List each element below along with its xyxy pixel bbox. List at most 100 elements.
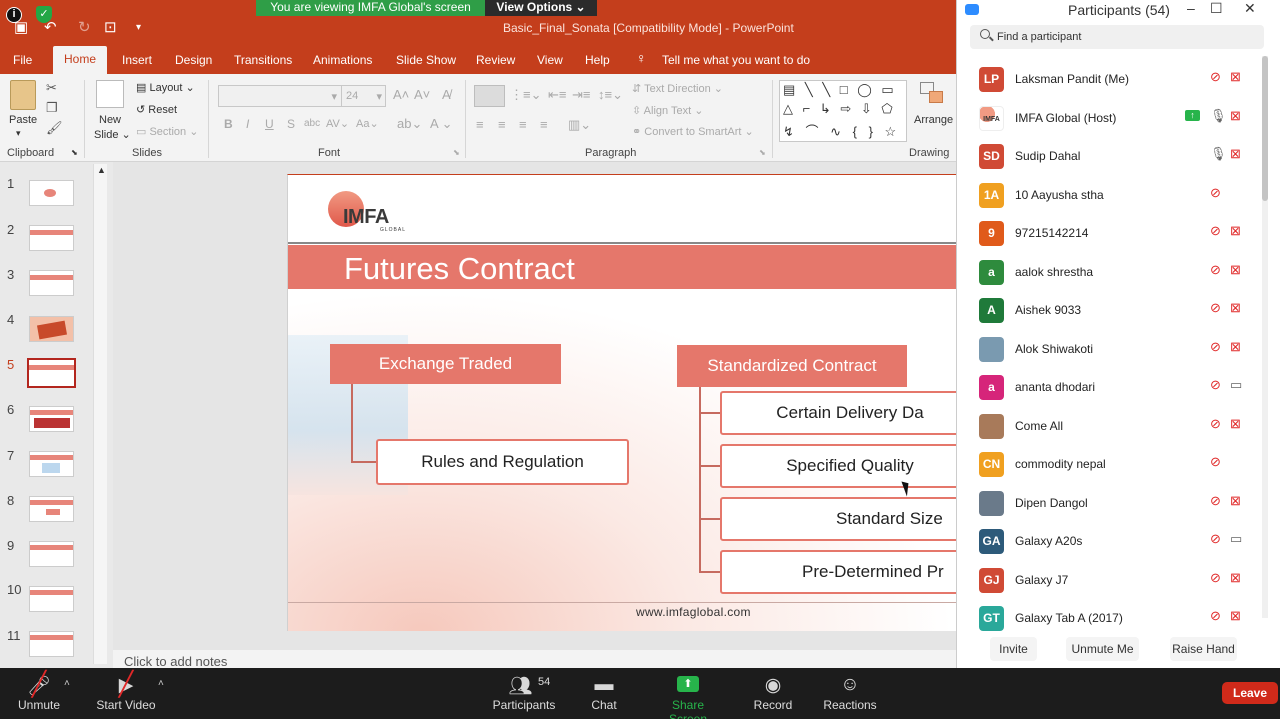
tab-design[interactable]: Design: [175, 53, 212, 67]
convert-smartart-button[interactable]: ⚭ Convert to SmartArt ⌄: [632, 125, 754, 138]
share-screen-button[interactable]: ⬆ Share Screen: [652, 668, 724, 719]
line-spacing-icon[interactable]: ↕≡⌄: [598, 87, 623, 103]
align-center-icon[interactable]: ≡: [498, 117, 506, 132]
exchange-traded-box[interactable]: Exchange Traded: [330, 344, 561, 384]
participant-row[interactable]: a aalok shrestha ⊘ ⊠: [957, 259, 1257, 302]
slide-thumbnail[interactable]: [29, 225, 74, 251]
shapes-gallery[interactable]: ▤ ╲ ╲ □ ◯ ▭ △ ⌐ ↳ ⇨ ⇩ ⬠ ↯ ⌒ ∿ { } ☆: [779, 80, 907, 142]
font-family-select[interactable]: ▾: [218, 85, 342, 107]
participant-row[interactable]: Alok Shiwakoti ⊘ ⊠: [957, 336, 1257, 379]
italic-icon[interactable]: I: [246, 117, 249, 131]
slide-thumbnail[interactable]: [29, 406, 74, 432]
notes-pane[interactable]: Click to add notes: [113, 650, 956, 669]
paste-button[interactable]: Paste: [9, 114, 37, 126]
rules-regulation-box[interactable]: Rules and Regulation: [376, 439, 629, 485]
reactions-button[interactable]: ☺ Reactions: [822, 668, 878, 719]
align-text-button[interactable]: ⇳ Align Text ⌄: [632, 104, 703, 117]
slide-thumbnail-selected[interactable]: [27, 358, 76, 388]
chat-button[interactable]: ▬ Chat: [584, 668, 624, 719]
decrease-indent-icon[interactable]: ⇤≡: [548, 87, 566, 103]
standardized-contract-box[interactable]: Standardized Contract: [677, 345, 907, 387]
increase-font-icon[interactable]: A˄: [393, 87, 409, 102]
tab-help[interactable]: Help: [585, 53, 610, 67]
align-left-icon[interactable]: ≡: [476, 117, 484, 132]
close-icon[interactable]: ✕: [1244, 0, 1256, 17]
align-right-icon[interactable]: ≡: [519, 117, 527, 132]
participant-row[interactable]: Come All ⊘ ⊠: [957, 413, 1257, 456]
standard-size-box[interactable]: Standard Size: [720, 497, 956, 541]
underline-icon[interactable]: U: [265, 117, 274, 131]
tab-insert[interactable]: Insert: [122, 53, 152, 67]
participant-search-input[interactable]: Find a participant: [970, 25, 1264, 49]
tab-file[interactable]: File: [13, 53, 32, 67]
increase-indent-icon[interactable]: ⇥≡: [572, 87, 590, 103]
participants-scrollbar[interactable]: [1262, 56, 1268, 618]
audio-options-caret-icon[interactable]: ˄: [64, 678, 70, 689]
text-direction-button[interactable]: ⇵ Text Direction ⌄: [632, 82, 723, 95]
participant-row[interactable]: SD Sudip Dahal 🎙︎ ⊠: [957, 144, 1257, 186]
invite-button[interactable]: Invite: [990, 637, 1037, 661]
slide-thumbnail[interactable]: [29, 316, 74, 342]
slide-title[interactable]: Futures Contract: [344, 251, 575, 287]
slide-thumbnail[interactable]: [29, 631, 74, 657]
start-presentation-icon[interactable]: ⊡: [104, 18, 117, 36]
participant-row[interactable]: GJ Galaxy J7 ⊘ ⊠: [957, 567, 1257, 610]
character-spacing-icon[interactable]: AV⌄: [326, 117, 349, 130]
decrease-font-icon[interactable]: A˅: [414, 87, 430, 102]
paste-dropdown-icon[interactable]: ▾: [16, 128, 21, 139]
tab-home[interactable]: Home: [53, 46, 107, 74]
maximize-icon[interactable]: ☐: [1210, 0, 1223, 17]
font-size-select[interactable]: 24 ▾: [341, 85, 386, 107]
customize-qat-icon[interactable]: ▾: [136, 22, 141, 33]
tab-slide-show[interactable]: Slide Show: [396, 53, 456, 67]
participants-button[interactable]: 👥︎ 54 Participants: [490, 668, 558, 719]
shadow-icon[interactable]: S: [287, 117, 295, 131]
unmute-me-button[interactable]: Unmute Me: [1066, 637, 1139, 661]
slide-thumbnail[interactable]: [29, 541, 74, 567]
layout-button[interactable]: ▤ Layout ⌄: [136, 81, 195, 94]
cut-icon[interactable]: ✂: [46, 80, 57, 96]
new-slide-button[interactable]: New: [99, 114, 121, 126]
clipboard-launcher-icon[interactable]: ⬊: [71, 148, 78, 157]
font-launcher-icon[interactable]: ⬊: [453, 148, 460, 157]
slide-thumbnail[interactable]: [29, 586, 74, 612]
raise-hand-button[interactable]: Raise Hand: [1170, 637, 1237, 661]
video-options-caret-icon[interactable]: ˄: [158, 678, 164, 689]
undo-icon[interactable]: ↶: [44, 18, 57, 36]
bullets-button[interactable]: [474, 85, 505, 107]
certain-delivery-box[interactable]: Certain Delivery Da: [720, 391, 956, 435]
scroll-up-icon[interactable]: ▲: [97, 165, 106, 175]
participant-row[interactable]: IMFA IMFA Global (Host) ↑ 🎙︎ ⊠: [957, 105, 1257, 148]
slide-thumbnail[interactable]: [29, 451, 74, 477]
current-slide[interactable]: IMFA GLOBAL Futures Contract Exchange Tr…: [287, 174, 956, 631]
change-case-icon[interactable]: Aa⌄: [356, 117, 379, 130]
tab-animations[interactable]: Animations: [313, 53, 372, 67]
paragraph-launcher-icon[interactable]: ⬊: [759, 148, 766, 157]
participant-row[interactable]: a ananta dhodari ⊘ ▭: [957, 375, 1257, 417]
specified-quality-box[interactable]: Specified Quality: [720, 444, 956, 488]
tab-transitions[interactable]: Transitions: [234, 53, 292, 67]
tab-view[interactable]: View: [537, 53, 563, 67]
slide-thumbnail[interactable]: [29, 180, 74, 206]
reset-button[interactable]: ↺ Reset: [136, 103, 177, 116]
new-slide-dropdown[interactable]: Slide ⌄: [94, 128, 131, 141]
tab-review[interactable]: Review: [476, 53, 515, 67]
participant-row[interactable]: A Aishek 9033 ⊘ ⊠: [957, 298, 1257, 340]
new-slide-icon[interactable]: [96, 80, 124, 108]
arrange-button[interactable]: Arrange: [914, 114, 953, 126]
columns-icon[interactable]: ▥⌄: [568, 117, 591, 133]
slide-thumbnail[interactable]: [29, 270, 74, 296]
format-painter-icon[interactable]: 🖌: [46, 120, 63, 136]
unmute-button[interactable]: 🎤︎ ╱ Unmute: [10, 668, 68, 719]
strikethrough-icon[interactable]: abc: [304, 118, 320, 129]
participant-row[interactable]: GA Galaxy A20s ⊘ ▭: [957, 529, 1257, 571]
highlight-icon[interactable]: ab⌄: [397, 116, 422, 132]
justify-icon[interactable]: ≡: [540, 117, 548, 132]
participant-row[interactable]: 1A 10 Aayusha stha ⊘: [957, 182, 1257, 225]
participant-row[interactable]: LP Laksman Pandit (Me) ⊘ ⊠: [957, 67, 1257, 109]
record-button[interactable]: ◉ Record: [750, 668, 796, 719]
leave-button[interactable]: Leave: [1222, 682, 1278, 704]
numbering-icon[interactable]: ⋮≡⌄: [510, 87, 541, 103]
view-options-button[interactable]: View Options ⌄: [485, 0, 597, 16]
participant-row[interactable]: CN commodity nepal ⊘: [957, 452, 1257, 494]
